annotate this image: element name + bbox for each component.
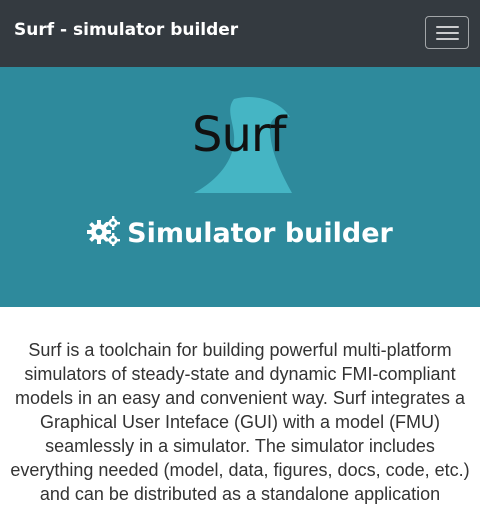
hero-title-text: Simulator builder (127, 218, 393, 250)
hero-title: Simulator builder (0, 213, 480, 250)
hero-banner: Surf Simulator builder (0, 67, 480, 307)
surf-logo: Surf (186, 95, 298, 195)
intro-paragraph: Surf is a toolchain for building powerfu… (10, 340, 470, 504)
hamburger-menu-icon (436, 26, 459, 28)
logo-text: Surf (192, 107, 287, 163)
gears-icon (87, 215, 121, 247)
main-content: Surf is a toolchain for building powerfu… (10, 338, 470, 506)
navbar-toggler-button[interactable] (425, 16, 469, 49)
top-navbar: Surf - simulator builder (0, 0, 480, 67)
navbar-brand[interactable]: Surf - simulator builder (14, 20, 238, 40)
